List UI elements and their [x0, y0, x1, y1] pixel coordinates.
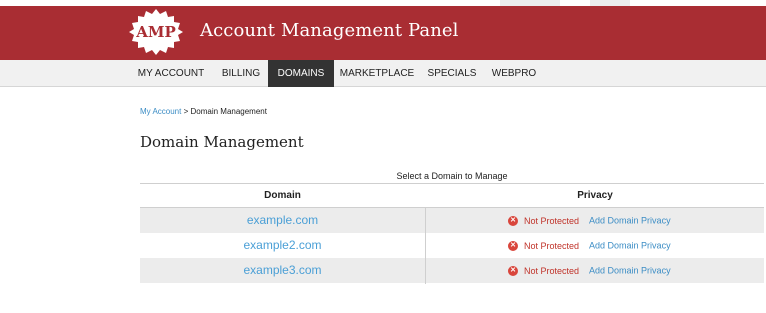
- column-divider: [425, 208, 426, 284]
- main-nav: MY ACCOUNT BILLING DOMAINS MARKETPLACE S…: [0, 60, 766, 87]
- column-header-privacy: Privacy: [577, 190, 613, 201]
- table-row: example3.com ✕ Not Protected Add Domain Pr…: [140, 258, 764, 283]
- privacy-cell: ✕ Not Protected Add Domain Privacy: [508, 265, 671, 276]
- x-circle-icon: ✕: [508, 240, 518, 251]
- x-circle-icon: ✕: [508, 265, 518, 276]
- breadcrumb: My Account > Domain Management: [140, 107, 267, 116]
- privacy-status: Not Protected: [524, 240, 580, 251]
- table-top-divider: [140, 183, 764, 184]
- nav-billing[interactable]: BILLING: [214, 60, 268, 87]
- page-title: Domain Management: [140, 133, 304, 151]
- x-circle-icon: ✕: [508, 215, 518, 226]
- breadcrumb-my-account[interactable]: My Account: [140, 107, 181, 116]
- app-title: Account Management Panel: [200, 20, 459, 41]
- privacy-cell: ✕ Not Protected Add Domain Privacy: [508, 240, 671, 251]
- add-domain-privacy-link[interactable]: Add Domain Privacy: [589, 216, 671, 226]
- column-header-domain: Domain: [264, 190, 301, 201]
- amp-logo[interactable]: AMP: [126, 9, 186, 55]
- domain-link[interactable]: example2.com: [140, 238, 425, 252]
- domain-link[interactable]: example.com: [140, 213, 425, 227]
- privacy-status: Not Protected: [524, 265, 580, 276]
- add-domain-privacy-link[interactable]: Add Domain Privacy: [589, 241, 671, 251]
- add-domain-privacy-link[interactable]: Add Domain Privacy: [589, 266, 671, 276]
- table-caption: Select a Domain to Manage: [396, 171, 508, 181]
- breadcrumb-current: Domain Management: [190, 107, 267, 116]
- nav-marketplace[interactable]: MARKETPLACE: [334, 60, 420, 87]
- privacy-cell: ✕ Not Protected Add Domain Privacy: [508, 215, 671, 226]
- privacy-status: Not Protected: [524, 215, 580, 226]
- logo-text: AMP: [135, 23, 176, 41]
- table-row: example.com ✕ Not Protected Add Domain Pri…: [140, 208, 764, 233]
- nav-webpro[interactable]: WEBPRO: [484, 60, 544, 87]
- domain-link[interactable]: example3.com: [140, 263, 425, 277]
- nav-domains[interactable]: DOMAINS: [268, 60, 334, 87]
- table-row: example2.com ✕ Not Protected Add Domain Pr…: [140, 233, 764, 258]
- app-header: AMP Account Management Panel: [0, 6, 766, 60]
- nav-specials[interactable]: SPECIALS: [420, 60, 484, 87]
- nav-my-account[interactable]: MY ACCOUNT: [128, 60, 214, 87]
